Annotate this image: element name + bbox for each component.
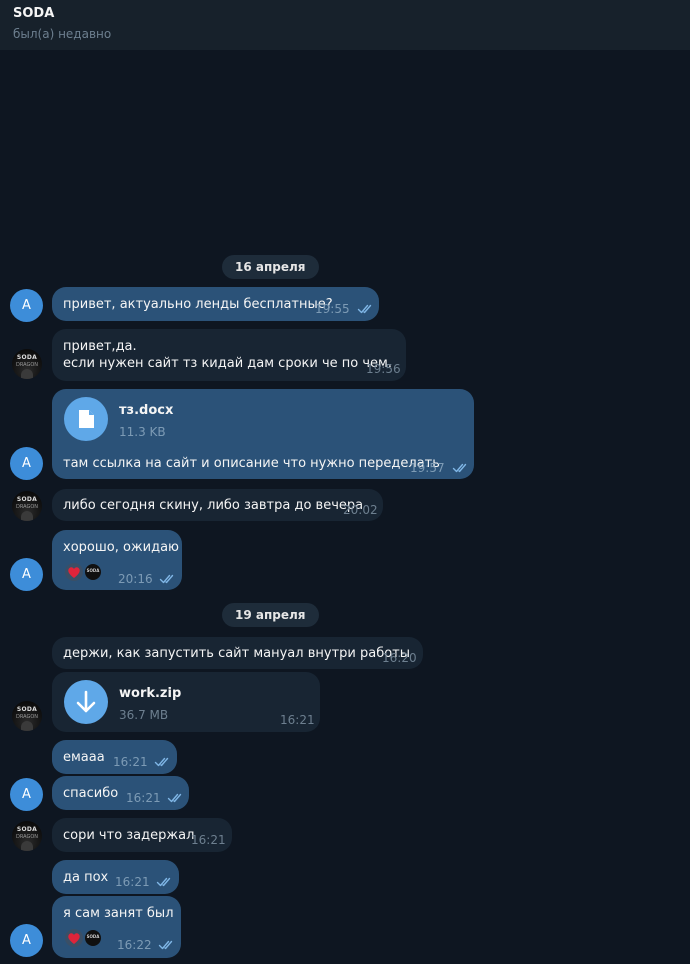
download-icon[interactable] [64,680,108,724]
message-time: 20:02 [343,503,378,517]
message-bubble[interactable]: держи, как запустить сайт мануал внутри … [52,637,423,669]
message-time: 16:21 [191,833,226,847]
message-bubble[interactable]: я сам занят был SODA 16:22 [52,896,181,958]
message-time: 19:56 [366,362,401,376]
message-time: 19:57 [410,461,445,475]
message-text: держи, как запустить сайт мануал внутри … [63,646,411,661]
message-time: 19:55 [315,302,350,316]
avatar[interactable]: A [10,289,43,322]
message-bubble[interactable]: да пох 16:21 [52,860,179,894]
message-time: 20:16 [118,572,153,586]
avatar[interactable]: SODA DRAGON [12,349,42,379]
chat-header[interactable]: SODA был(а) недавно [0,0,690,50]
message-time: 16:22 [117,938,152,952]
message-time: 16:21 [280,713,315,727]
avatar[interactable]: A [10,558,43,591]
chat-title: SODA [13,6,55,21]
avatar[interactable]: SODA DRAGON [12,491,42,521]
message-bubble[interactable]: тз.docx 11.3 KB там ссылка на сайт и опи… [52,389,474,479]
reaction-avatar: SODA [84,563,102,581]
double-check-icon [154,757,169,767]
message-bubble[interactable]: привет,да. если нужен сайт тз кидай дам … [52,329,406,381]
message-bubble[interactable]: емааа 16:21 [52,740,177,774]
date-separator: 16 апреля [222,255,319,279]
message-bubble[interactable]: хорошо, ожидаю SODA 20:16 [52,530,182,590]
message-text: привет,да. [63,339,137,354]
message-time: 16:21 [115,875,150,889]
message-text: привет, актуально ленды бесплатные? [63,297,333,312]
file-size: 36.7 MB [119,708,169,722]
heart-icon [68,567,80,578]
message-bubble[interactable]: либо сегодня скину, либо завтра до вечер… [52,489,383,521]
avatar[interactable]: A [10,924,43,957]
heart-reaction[interactable] [65,563,83,581]
double-check-icon [452,463,467,473]
double-check-icon [158,940,173,950]
message-text: там ссылка на сайт и описание что нужно … [63,456,440,471]
double-check-icon [167,793,182,803]
file-name[interactable]: тз.docx [119,403,173,418]
message-text: да пох [63,870,109,885]
chat-status: был(а) недавно [13,27,112,41]
file-name[interactable]: work.zip [119,686,181,701]
message-text: хорошо, ожидаю [63,540,179,555]
message-bubble[interactable]: спасибо 16:21 [52,776,189,810]
message-bubble[interactable]: work.zip 36.7 MB 16:21 [52,672,320,732]
double-check-icon [357,304,372,314]
message-bubble[interactable]: сори что задержал 16:21 [52,818,232,852]
message-text: я сам занят был [63,906,174,921]
message-time: 16:21 [126,791,161,805]
avatar[interactable]: SODA DRAGON [12,701,42,731]
date-separator: 19 апреля [222,603,319,627]
message-text: сори что задержал [63,828,195,843]
avatar[interactable]: A [10,447,43,480]
avatar[interactable]: A [10,778,43,811]
message-time: 16:21 [113,755,148,769]
message-text: емааа [63,750,105,765]
file-size: 11.3 KB [119,425,166,439]
heart-reaction[interactable] [65,929,83,947]
document-icon[interactable] [64,397,108,441]
message-bubble[interactable]: привет, актуально ленды бесплатные? 19:5… [52,287,379,321]
heart-icon [68,933,80,944]
reaction-avatar: SODA [84,929,102,947]
double-check-icon [156,877,171,887]
message-text: спасибо [63,786,119,801]
message-text: либо сегодня скину, либо завтра до вечер… [63,498,364,513]
avatar[interactable]: SODA DRAGON [12,821,42,851]
message-time: 16:20 [382,651,417,665]
double-check-icon [159,574,174,584]
message-text: если нужен сайт тз кидай дам сроки че по… [63,356,392,371]
